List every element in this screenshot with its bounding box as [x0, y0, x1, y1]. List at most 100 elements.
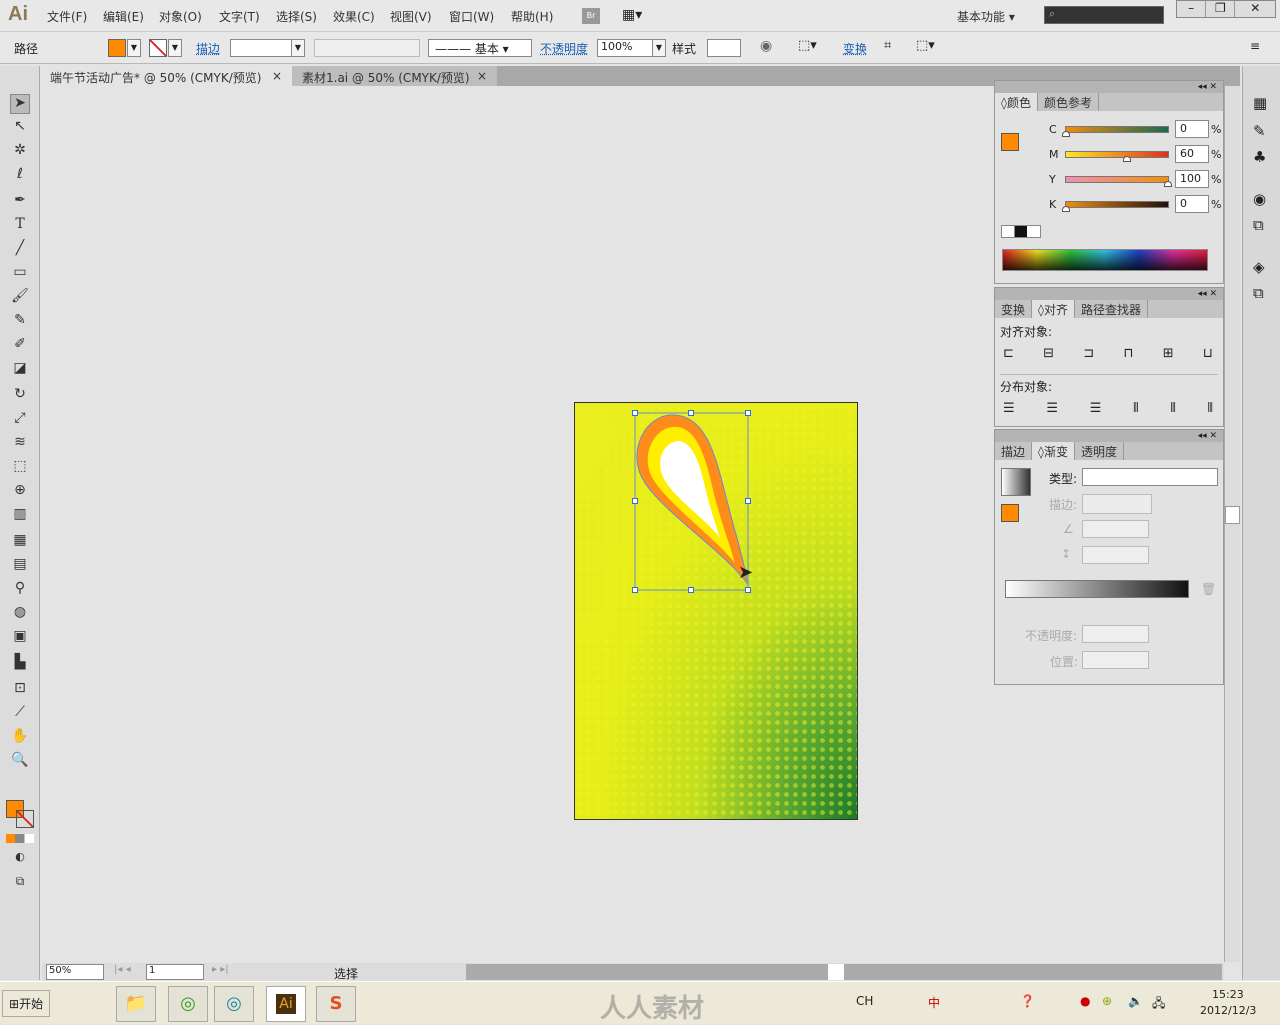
tab-document-2[interactable]: 素材1.ai @ 50% (CMYK/预览) ×	[292, 66, 497, 86]
tab-pathfinder[interactable]: 路径查找器	[1075, 300, 1148, 318]
brushes-panel-icon[interactable]: ✎	[1253, 122, 1266, 140]
next-last-artboard-buttons[interactable]: ▸ ▸|	[212, 964, 229, 975]
tab-color[interactable]: ◊颜色	[995, 93, 1038, 111]
stroke-swatch[interactable]	[149, 39, 167, 57]
distribute-hcenter-icon[interactable]: ⫴	[1170, 401, 1175, 416]
pencil-tool-icon[interactable]: ✎	[10, 312, 30, 332]
menu-select[interactable]: 选择(S)	[276, 8, 317, 25]
layers-panel-icon[interactable]: ◈	[1253, 258, 1265, 276]
variable-width-select[interactable]	[314, 39, 420, 57]
aspect-ratio-input[interactable]	[1082, 546, 1149, 564]
align-bottom-icon[interactable]: ⊔	[1203, 346, 1213, 361]
tab-close-icon[interactable]: ×	[272, 69, 282, 83]
illustrator-taskbar-button[interactable]: Ai	[266, 986, 306, 1022]
tab-stroke[interactable]: 描边	[995, 442, 1033, 460]
distribute-right-icon[interactable]: ⫴	[1208, 401, 1213, 416]
slice-tool-icon[interactable]: ⟋	[10, 704, 30, 724]
warp-tool-icon[interactable]: ≋	[10, 434, 30, 454]
fill-swatch[interactable]	[108, 39, 126, 57]
align-options-icon[interactable]: ⬚▾	[798, 38, 817, 53]
menu-window[interactable]: 窗口(W)	[449, 8, 494, 25]
restore-button[interactable]: ❐	[1205, 1, 1234, 17]
position-input[interactable]	[1082, 651, 1149, 669]
stroke-color-swatch[interactable]	[16, 810, 34, 828]
pen-tool-icon[interactable]: ✒	[10, 192, 30, 212]
free-transform-tool-icon[interactable]: ⬚	[10, 458, 30, 478]
tab-document-1[interactable]: 端午节活动广告* @ 50% (CMYK/预览) ×	[40, 66, 292, 86]
tab-transparency[interactable]: 透明度	[1075, 442, 1124, 460]
tab-transform[interactable]: 变换	[995, 300, 1033, 318]
recolor-icon[interactable]: ◉	[760, 38, 772, 54]
selection-handle[interactable]	[632, 410, 638, 416]
explorer-taskbar-button[interactable]: 📁	[116, 986, 156, 1022]
distribute-bottom-icon[interactable]: ☰	[1090, 401, 1102, 416]
yellow-slider[interactable]	[1065, 176, 1172, 187]
direct-selection-tool-icon[interactable]: ↖	[10, 118, 30, 138]
gradient-slider[interactable]	[1005, 580, 1189, 598]
opacity-dropdown[interactable]: ▼	[652, 39, 666, 57]
fill-dropdown[interactable]: ▼	[127, 39, 141, 57]
menu-help[interactable]: 帮助(H)	[511, 8, 553, 25]
brush-select[interactable]: ——— 基本 ▾	[428, 39, 532, 57]
align-right-icon[interactable]: ⊐	[1083, 346, 1094, 361]
lasso-tool-icon[interactable]: ℓ	[10, 166, 30, 186]
menu-view[interactable]: 视图(V)	[390, 8, 432, 25]
rotate-tool-icon[interactable]: ↻	[10, 386, 30, 406]
screen-mode-icon[interactable]: ⧉	[10, 874, 30, 894]
selection-handle[interactable]	[688, 587, 694, 593]
selection-tool-icon[interactable]: ➤	[10, 94, 30, 114]
minimize-button[interactable]: –	[1177, 1, 1205, 17]
draw-mode-icon[interactable]: ◐	[10, 850, 30, 870]
line-tool-icon[interactable]: ╱	[10, 240, 30, 260]
fill-swatch[interactable]	[1001, 133, 1019, 151]
bridge-button[interactable]: Br	[582, 8, 600, 24]
mesh-tool-icon[interactable]: ▦	[10, 532, 30, 552]
search-input[interactable]: ⌕	[1044, 6, 1164, 24]
artboards-panel-icon[interactable]: ⧉	[1253, 284, 1264, 302]
arrange-documents-icon[interactable]: ▦▾	[622, 7, 642, 23]
first-prev-artboard-buttons[interactable]: |◂ ◂	[114, 964, 131, 975]
appearance-panel-icon[interactable]: ◉	[1253, 190, 1266, 208]
current-tool-status[interactable]: 选择	[334, 965, 358, 982]
eraser-tool-icon[interactable]: ◪	[10, 360, 30, 380]
stroke-dropdown[interactable]: ▼	[168, 39, 182, 57]
opacity-input[interactable]	[1082, 625, 1149, 643]
blob-brush-tool-icon[interactable]: ✐	[10, 336, 30, 356]
fill-swatch[interactable]	[1001, 504, 1019, 522]
network-icon[interactable]: 🖧	[1152, 994, 1165, 1015]
distribute-left-icon[interactable]: ⫴	[1133, 401, 1138, 416]
graph-tool-icon[interactable]: ▙	[10, 654, 30, 674]
menu-object[interactable]: 对象(O)	[159, 8, 202, 25]
black-input[interactable]: 0	[1175, 195, 1209, 213]
graphic-styles-panel-icon[interactable]: ⧉	[1253, 216, 1264, 234]
browser-taskbar-button[interactable]: ◎	[168, 986, 208, 1022]
align-top-icon[interactable]: ⊓	[1123, 346, 1133, 361]
selection-handle[interactable]	[745, 410, 751, 416]
eyedropper-tool-icon[interactable]: ⚲	[10, 580, 30, 600]
sogou-taskbar-button[interactable]: S	[316, 986, 356, 1022]
scale-tool-icon[interactable]: ⤢	[10, 410, 30, 430]
swatches-panel-icon[interactable]: ▦	[1253, 94, 1267, 112]
symbol-sprayer-tool-icon[interactable]: ▣	[10, 628, 30, 648]
cyan-slider[interactable]	[1062, 126, 1169, 137]
yellow-input[interactable]: 100	[1175, 170, 1209, 188]
selection-handle[interactable]	[632, 498, 638, 504]
menu-file[interactable]: 文件(F)	[47, 8, 87, 25]
start-button[interactable]: ⊞开始	[2, 990, 51, 1017]
align-left-icon[interactable]: ⊏	[1003, 346, 1014, 361]
symbols-panel-icon[interactable]: ♣	[1253, 148, 1266, 166]
stroke-weight-input[interactable]	[230, 39, 292, 57]
tab-close-icon[interactable]: ×	[477, 69, 487, 83]
magenta-slider[interactable]	[1065, 151, 1169, 162]
tray-security-icon[interactable]: ⊕	[1102, 994, 1112, 1008]
slider-thumb[interactable]	[1164, 181, 1172, 187]
align-vcenter-icon[interactable]: ⊞	[1163, 346, 1174, 361]
stroke-weight-dropdown[interactable]: ▼	[291, 39, 305, 57]
magic-wand-tool-icon[interactable]: ✲	[10, 142, 30, 162]
zoom-select[interactable]: 50%	[46, 964, 104, 980]
app-taskbar-button[interactable]: ◎	[214, 986, 254, 1022]
menu-edit[interactable]: 编辑(E)	[103, 8, 144, 25]
gradient-type-select[interactable]	[1082, 468, 1218, 486]
stroke-gradient-buttons[interactable]	[1082, 494, 1152, 514]
transform-link[interactable]: 变换	[843, 40, 867, 57]
